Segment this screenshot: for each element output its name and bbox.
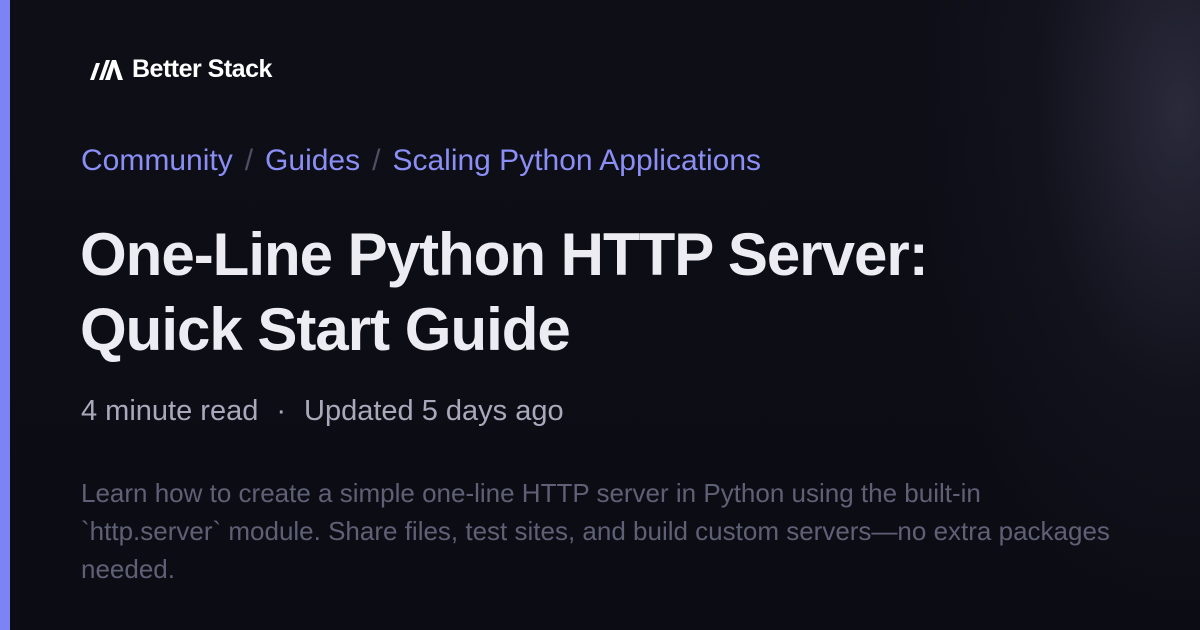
breadcrumb-guides[interactable]: Guides: [265, 142, 360, 180]
meta-separator: ·: [276, 395, 286, 427]
breadcrumb-separator: /: [244, 144, 254, 177]
breadcrumb: Community / Guides / Scaling Python Appl…: [81, 142, 761, 180]
brand-logo[interactable]: Better Stack: [90, 54, 272, 84]
accent-bar: [0, 0, 10, 630]
og-card: Better Stack Community / Guides / Scalin…: [0, 0, 1200, 630]
article-meta: 4 minute read · Updated 5 days ago: [81, 392, 564, 430]
updated-date: Updated 5 days ago: [304, 395, 564, 427]
breadcrumb-separator: /: [372, 144, 381, 177]
page-title: One-Line Python HTTP Server: Quick Start…: [80, 217, 1080, 367]
breadcrumb-scaling-python[interactable]: Scaling Python Applications: [392, 142, 761, 180]
read-time: 4 minute read: [81, 395, 259, 427]
page-title-line-2: Quick Start Guide: [80, 296, 571, 363]
better-stack-logo-icon: [90, 60, 123, 80]
page-title-line-1: One-Line Python HTTP Server:: [80, 221, 929, 288]
article-description: Learn how to create a simple one-line HT…: [81, 478, 1110, 584]
brand-name: Better Stack: [132, 55, 272, 83]
breadcrumb-community[interactable]: Community: [81, 142, 233, 180]
